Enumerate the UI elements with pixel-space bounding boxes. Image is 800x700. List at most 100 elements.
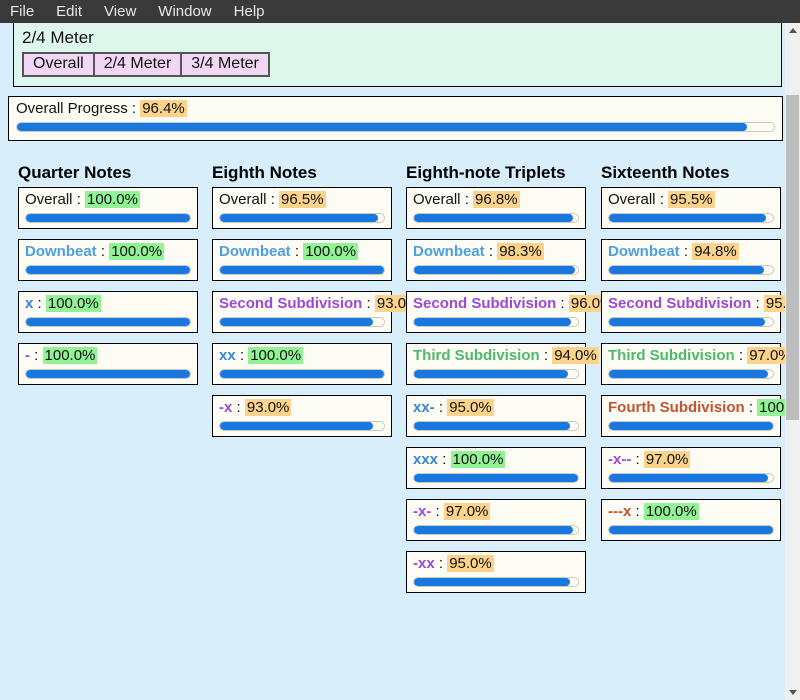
progress-card-line: -x : 93.0% [219,399,385,416]
menu-item-help[interactable]: Help [234,0,265,23]
progress-card: -x-- : 97.0% [601,447,781,489]
progress-card-line: ---x : 100.0% [608,503,774,520]
progress-card-separator: : [488,243,494,260]
progress-card-separator: : [438,399,444,416]
progress-card: Second Subdivision : 96.0% [406,291,616,333]
progress-card-separator: : [438,555,444,572]
progress-card-bar [413,577,579,587]
progress-card-bar [219,213,385,223]
progress-card-separator: : [239,347,245,364]
progress-card-value: 97.0% [443,503,491,520]
progress-card-label: Overall [413,191,461,208]
column-sixteenth-notes: Sixteenth Notes Overall : 95.5% Downbeat :… [601,163,800,551]
progress-card-label: Overall [25,191,73,208]
progress-card-bar [608,473,774,483]
progress-card-bar [219,369,385,379]
progress-card-line: Second Subdivision : 95.0% [608,295,800,312]
menu-bar: File Edit View Window Help [0,0,800,23]
progress-card-value: 98.3% [497,243,544,260]
progress-card-line: Second Subdivision : 96.0% [413,295,616,312]
progress-card-bar [608,421,774,431]
tab-overall[interactable]: Overall [24,54,93,75]
triangle-up-icon[interactable] [785,23,800,38]
overall-progress-value: 96.4% [140,100,187,117]
progress-card-bar [608,369,774,379]
progress-card-value: 96.8% [473,191,520,208]
page-content: 2/4 Meter Overall 2/4 Meter 3/4 Meter Over… [0,23,800,700]
progress-card-separator: : [748,399,753,416]
progress-card-separator: : [100,243,106,260]
progress-card-line: -x- : 97.0% [413,503,579,520]
progress-card-label: -x-- [608,451,632,468]
progress-card: x : 100.0% [18,291,198,333]
progress-card-value: 96.5% [279,191,326,208]
progress-card-value: 95.0% [447,399,494,416]
menu-item-window[interactable]: Window [158,0,211,23]
progress-card-label: -xx [413,555,435,572]
progress-card: Third Subdivision : 97.0% [601,343,794,385]
progress-card-separator: : [659,191,664,208]
menu-item-view[interactable]: View [104,0,136,23]
progress-card-label: Downbeat [413,243,485,260]
progress-card-separator: : [34,347,39,364]
progress-card-line: xx- : 95.0% [413,399,579,416]
progress-card-separator: : [270,191,275,208]
progress-card-line: Downbeat : 100.0% [25,243,191,260]
overall-progress-bar [16,122,775,132]
progress-card-separator: : [435,503,440,520]
triangle-down-icon[interactable] [785,685,800,700]
progress-card-bar [413,421,579,431]
scrollbar-thumb[interactable] [786,95,799,420]
progress-card-value: 100.0% [42,347,98,364]
column-quarter-notes: Quarter Notes Overall : 100.0% Downbeat : … [18,163,198,395]
menu-item-file[interactable]: File [10,0,34,23]
progress-card-value: 100.0% [45,295,101,312]
column-title: Eighth Notes [212,163,317,182]
progress-card: - : 100.0% [18,343,198,385]
menu-item-edit[interactable]: Edit [56,0,82,23]
tab-3-4-meter[interactable]: 3/4 Meter [182,54,268,75]
progress-card-bar [219,317,385,327]
progress-card-separator: : [294,243,300,260]
progress-card-separator: : [635,503,640,520]
progress-card-bar [413,265,579,275]
column-title: Eighth-note Triplets [406,163,566,182]
progress-card-separator: : [464,191,469,208]
progress-card-separator: : [76,191,81,208]
progress-card: Overall : 96.5% [212,187,392,229]
progress-card-label: ---x [608,503,632,520]
progress-card-label: Third Subdivision [413,347,540,364]
overall-progress-separator: : [131,100,137,117]
overall-progress-line: Overall Progress : 96.4% [16,100,775,117]
progress-card-bar [25,213,191,223]
progress-card-bar [413,317,579,327]
progress-card-value: 100.0% [450,451,506,468]
progress-card-bar [413,525,579,535]
progress-card-line: - : 100.0% [25,347,191,364]
progress-card-value: 93.0% [244,399,292,416]
progress-card-separator: : [442,451,447,468]
progress-card: Fourth Subdivision : 100.0% [601,395,800,437]
progress-card-label: Overall [219,191,267,208]
progress-card: ---x : 100.0% [601,499,781,541]
progress-card-line: Overall : 96.8% [413,191,579,208]
progress-card-line: Third Subdivision : 94.0% [413,347,599,364]
progress-card-bar [608,265,774,275]
vertical-scrollbar[interactable] [785,23,800,700]
progress-card-label: Second Subdivision [413,295,557,312]
progress-card-separator: : [560,295,565,312]
progress-card-line: Downbeat : 94.8% [608,243,774,260]
progress-card-label: Second Subdivision [219,295,363,312]
progress-card-value: 97.0% [643,451,691,468]
progress-card-value: 95.5% [668,191,715,208]
progress-card-bar [219,421,385,431]
progress-card-bar [25,317,191,327]
progress-card-bar [413,369,579,379]
progress-card-separator: : [236,399,241,416]
progress-card-value: 100.0% [248,347,304,364]
progress-card: Second Subdivision : 95.0% [601,291,800,333]
meter-tabbar[interactable]: Overall 2/4 Meter 3/4 Meter [22,52,270,77]
tab-2-4-meter[interactable]: 2/4 Meter [94,54,181,75]
progress-card-line: Overall : 95.5% [608,191,774,208]
progress-card: -x : 93.0% [212,395,392,437]
